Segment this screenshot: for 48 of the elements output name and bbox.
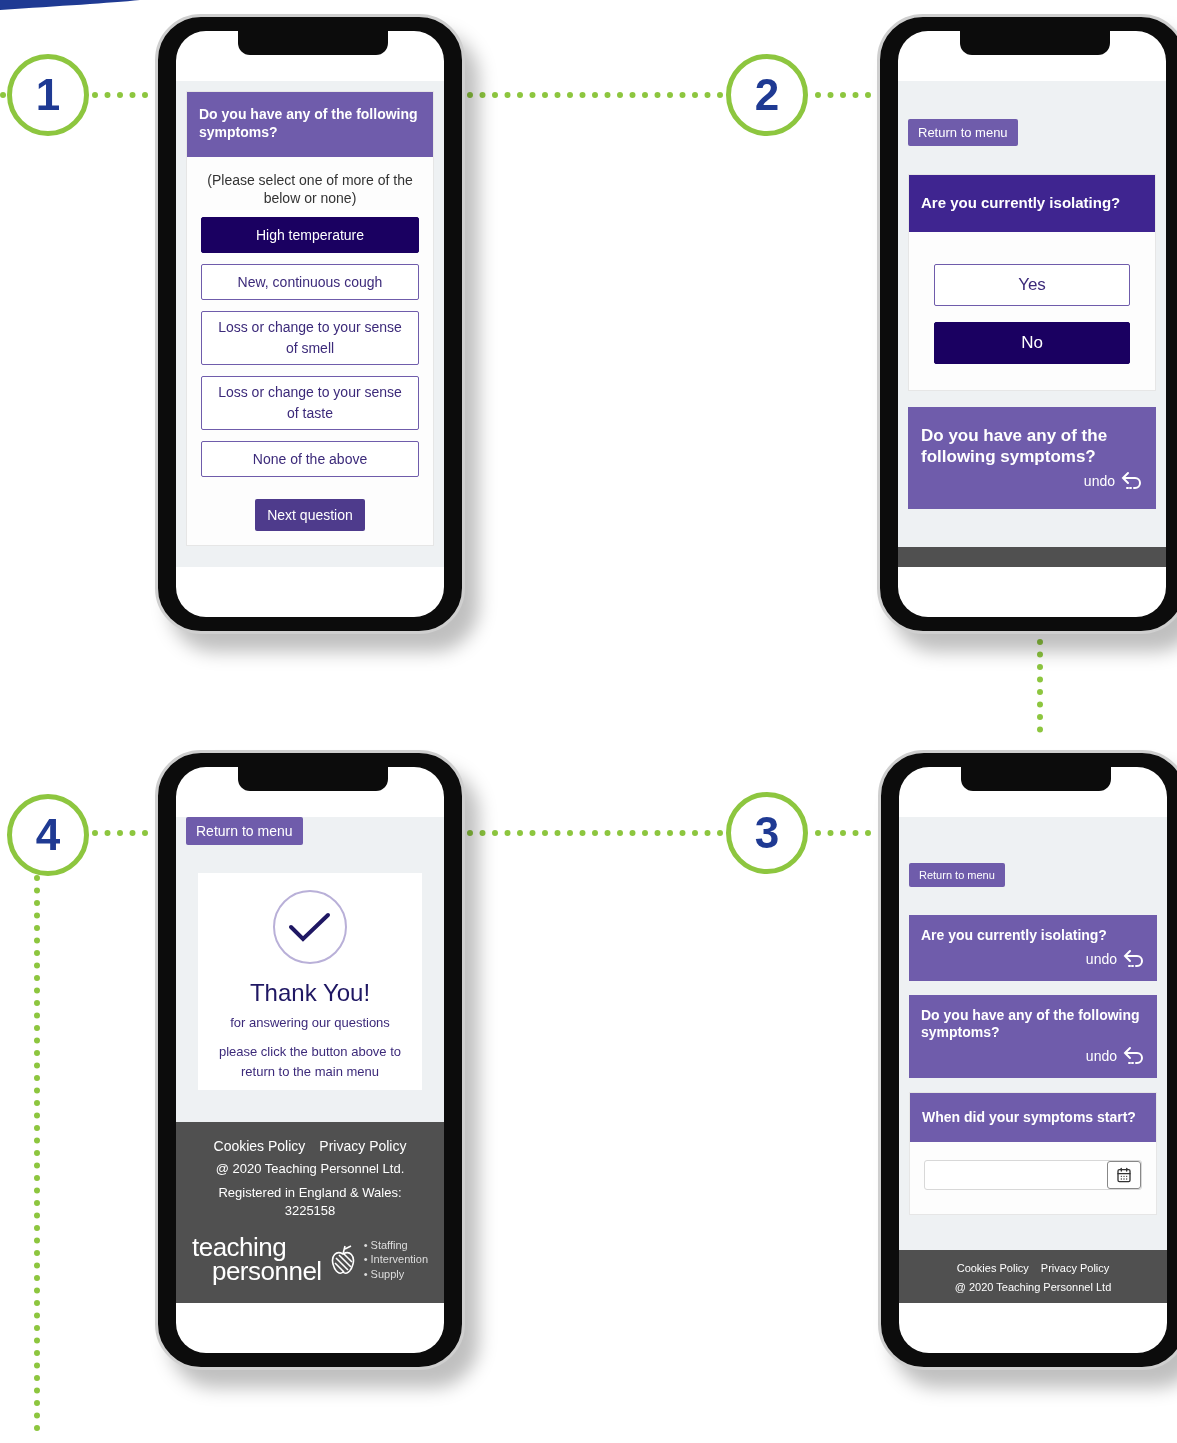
footer-link[interactable]: Cookies Policy [956, 1261, 1029, 1274]
answer-option[interactable]: Yes [934, 263, 1130, 306]
legal-text: @ 2020 Teaching Personnel Ltd. [215, 1159, 405, 1178]
answered-question: Are you currently isolating? [921, 927, 1108, 945]
footer-link[interactable]: Privacy Policy [319, 1137, 407, 1154]
answer-option[interactable]: Loss or change to your sense of smell [201, 311, 419, 366]
answer-option[interactable]: High temperature [201, 217, 419, 254]
service-text: • Supply [363, 1266, 405, 1282]
undo-icon[interactable] [1123, 1045, 1145, 1066]
checkmark-circle-icon [272, 889, 348, 965]
apple-logo-icon [329, 1243, 356, 1276]
undo-button[interactable]: undo [1085, 950, 1117, 967]
undo-icon[interactable] [1121, 471, 1143, 492]
date-field[interactable] [924, 1160, 1142, 1190]
thank-you-note: please click the button above to return to the main menu [217, 1043, 403, 1082]
return-to-menu-button[interactable]: Return to menu [908, 119, 1018, 146]
answer-option[interactable]: None of the above [201, 441, 419, 478]
thank-you-subtitle: for answering our questions [230, 1015, 390, 1030]
undo-button[interactable]: undo [1083, 473, 1115, 490]
service-text: • Staffing [363, 1238, 408, 1253]
step-badge: 3 [726, 792, 808, 874]
answer-option[interactable]: No [934, 321, 1130, 364]
step-badge: 1 [7, 54, 89, 136]
return-to-menu-button[interactable]: Return to menu [909, 863, 1005, 887]
footer-link[interactable]: Privacy Policy [1040, 1261, 1110, 1274]
step-badge: 4 [7, 794, 89, 876]
dotted-connector [0, 92, 7, 98]
instruction-text: (Please select one of more of the below or none) [206, 171, 414, 209]
answer-option[interactable]: Loss or change to your sense of taste [201, 376, 419, 431]
logo-text: teaching [191, 1236, 287, 1260]
step-badge: 2 [726, 54, 808, 136]
legal-text: Registered in England & Wales: 3225158 [217, 1183, 403, 1221]
return-to-menu-button[interactable]: Return to menu [186, 817, 303, 845]
answer-option[interactable]: New, continuous cough [201, 264, 419, 301]
question-title: When did your symptoms start? [910, 1092, 1156, 1142]
calendar-icon [1116, 1167, 1132, 1183]
undo-icon[interactable] [1123, 948, 1145, 969]
service-text: • Intervention [363, 1252, 429, 1267]
undo-button[interactable]: undo [1085, 1047, 1117, 1064]
answered-question: Do you have any of the following symptoms? [921, 1006, 1141, 1042]
question-title: Are you currently isolating? [909, 175, 1155, 232]
legal-text: @ 2020 Teaching Personnel Ltd [954, 1279, 1112, 1295]
question-title: Do you have any of the following symptoms? [187, 92, 433, 157]
thank-you-title: Thank You! [249, 979, 371, 1007]
footer-link[interactable]: Cookies Policy [213, 1137, 306, 1154]
calendar-button[interactable] [1107, 1161, 1141, 1189]
next-question-button[interactable]: Next question [255, 499, 365, 532]
answered-question: Do you have any of the following symptoms? [921, 424, 1109, 468]
